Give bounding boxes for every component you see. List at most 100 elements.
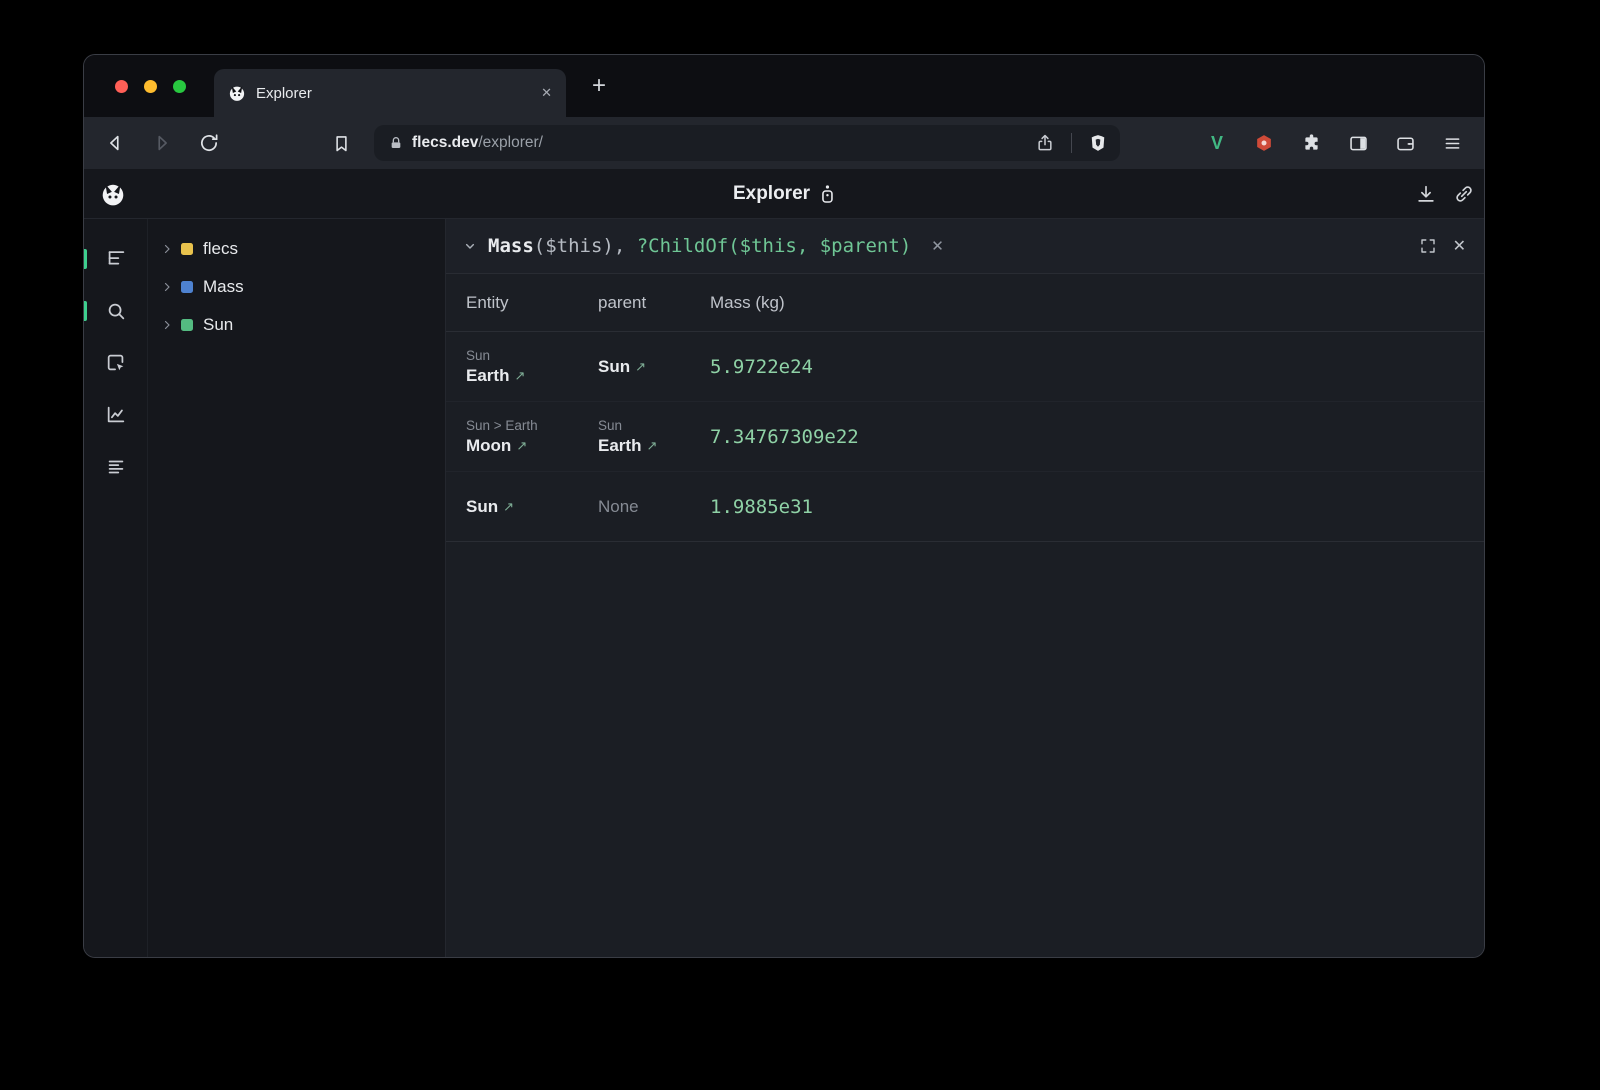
- entity-path: Sun > Earth: [466, 418, 598, 433]
- tree-item-label[interactable]: Sun: [203, 315, 233, 335]
- forward-button[interactable]: [150, 131, 174, 155]
- minimize-window-button[interactable]: [144, 80, 157, 93]
- browser-window: Explorer ✕ + flecs.dev/explorer/: [84, 55, 1484, 957]
- module-swatch: [181, 243, 193, 255]
- query-args: ($this),: [534, 235, 637, 257]
- query-optional-term: ?ChildOf($this, $parent): [637, 235, 912, 257]
- download-icon[interactable]: [1414, 182, 1438, 206]
- parent-link[interactable]: Earth: [598, 436, 641, 456]
- page-title-group: Explorer: [733, 183, 835, 205]
- parent-cell: Sun Earth ↗: [598, 418, 710, 456]
- navigation-bar: flecs.dev/explorer/ V: [84, 117, 1484, 169]
- vue-devtools-extension-icon[interactable]: V: [1205, 131, 1229, 155]
- main-content: flecs Mass Sun: [84, 219, 1484, 957]
- clear-query-icon[interactable]: ✕: [931, 237, 944, 255]
- entity-cell: Sun ↗: [466, 497, 598, 517]
- charts-panel-button[interactable]: [84, 397, 147, 433]
- tab-explorer[interactable]: Explorer ✕: [214, 69, 566, 117]
- url-text[interactable]: flecs.dev/explorer/: [412, 134, 1033, 152]
- bookmark-icon[interactable]: [329, 131, 353, 155]
- inspect-panel-button[interactable]: [84, 345, 147, 381]
- sidebar-toggle-icon[interactable]: [1346, 131, 1370, 155]
- query-component: Mass: [488, 235, 534, 257]
- external-link-icon[interactable]: ↗: [514, 368, 525, 384]
- external-link-icon[interactable]: ↗: [503, 499, 514, 515]
- remote-connection-icon: [820, 184, 835, 204]
- table-row[interactable]: Sun > Earth Moon ↗ Sun Earth ↗ 7.3476730…: [446, 402, 1484, 472]
- entity-cell: Sun Earth ↗: [466, 348, 598, 386]
- column-header-entity[interactable]: Entity: [466, 293, 598, 313]
- query-panel: Mass($this), ?ChildOf($this, $parent) ✕ …: [445, 219, 1484, 957]
- entity-tree-panel: flecs Mass Sun: [148, 219, 445, 957]
- close-panel-icon[interactable]: ✕: [1453, 236, 1466, 256]
- zoom-window-button[interactable]: [173, 80, 186, 93]
- brave-shield-icon[interactable]: [1086, 131, 1110, 155]
- hexagon-extension-icon[interactable]: [1252, 131, 1276, 155]
- table-header-row: Entity parent Mass (kg): [446, 274, 1484, 332]
- address-bar[interactable]: flecs.dev/explorer/: [374, 125, 1120, 161]
- external-link-icon[interactable]: ↗: [635, 359, 646, 375]
- share-link-icon[interactable]: [1452, 182, 1476, 206]
- flecs-favicon-icon: [228, 84, 246, 102]
- parent-cell: Sun ↗: [598, 357, 710, 377]
- address-bar-divider: [1071, 133, 1072, 153]
- tree-panel-button[interactable]: [84, 241, 147, 277]
- expand-chevron-icon[interactable]: [161, 319, 173, 331]
- tree-item-sun[interactable]: Sun: [148, 306, 445, 344]
- fullscreen-icon[interactable]: [1419, 237, 1437, 255]
- url-domain: flecs.dev: [412, 134, 478, 151]
- parent-cell: None: [598, 497, 710, 517]
- column-header-mass[interactable]: Mass (kg): [710, 293, 1484, 313]
- app-header: Explorer: [84, 169, 1484, 219]
- expand-chevron-icon[interactable]: [161, 243, 173, 255]
- query-expression[interactable]: Mass($this), ?ChildOf($this, $parent): [488, 235, 911, 257]
- new-tab-button[interactable]: +: [584, 71, 614, 101]
- extensions-group: V: [1205, 131, 1464, 155]
- share-icon[interactable]: [1033, 131, 1057, 155]
- tree-item-label[interactable]: flecs: [203, 239, 238, 259]
- query-bar: Mass($this), ?ChildOf($this, $parent) ✕ …: [446, 219, 1484, 274]
- tab-strip: Explorer ✕ +: [84, 55, 1484, 117]
- entity-cell: Sun > Earth Moon ↗: [466, 418, 598, 456]
- stats-panel-button[interactable]: [84, 449, 147, 485]
- component-swatch: [181, 281, 193, 293]
- lock-icon: [388, 135, 404, 151]
- wallet-icon[interactable]: [1393, 131, 1417, 155]
- entity-link[interactable]: Earth: [466, 366, 509, 386]
- mass-value: 7.34767309e22: [710, 426, 1484, 448]
- entity-path: Sun: [466, 348, 598, 363]
- expand-chevron-icon[interactable]: [161, 281, 173, 293]
- menu-icon[interactable]: [1440, 131, 1464, 155]
- close-window-button[interactable]: [115, 80, 128, 93]
- parent-link[interactable]: Sun: [598, 357, 630, 377]
- header-actions: [1414, 182, 1476, 206]
- entity-link[interactable]: Moon: [466, 436, 511, 456]
- parent-none-value: None: [598, 497, 639, 517]
- reload-button[interactable]: [197, 131, 221, 155]
- table-row[interactable]: Sun ↗ None 1.9885e31: [446, 472, 1484, 542]
- tab-title: Explorer: [256, 85, 531, 102]
- tree-item-label[interactable]: Mass: [203, 277, 244, 297]
- collapse-chevron-icon[interactable]: [462, 238, 478, 254]
- flecs-logo-icon[interactable]: [100, 181, 126, 207]
- window-controls: [84, 80, 186, 93]
- table-row[interactable]: Sun Earth ↗ Sun ↗ 5.9722e24: [446, 332, 1484, 402]
- entity-swatch: [181, 319, 193, 331]
- column-header-parent[interactable]: parent: [598, 293, 710, 313]
- page-title: Explorer: [733, 183, 810, 205]
- mass-value: 1.9885e31: [710, 496, 1484, 518]
- external-link-icon[interactable]: ↗: [516, 438, 527, 454]
- parent-path: Sun: [598, 418, 710, 433]
- extensions-puzzle-icon[interactable]: [1299, 131, 1323, 155]
- external-link-icon[interactable]: ↗: [646, 438, 657, 454]
- query-panel-actions: ✕: [1419, 236, 1466, 256]
- tree-item-flecs[interactable]: flecs: [148, 230, 445, 268]
- entity-link[interactable]: Sun: [466, 497, 498, 517]
- tree-item-mass[interactable]: Mass: [148, 268, 445, 306]
- tool-rail: [84, 219, 148, 957]
- url-path: /explorer/: [478, 134, 543, 151]
- back-button[interactable]: [103, 131, 127, 155]
- mass-value: 5.9722e24: [710, 356, 1484, 378]
- close-tab-icon[interactable]: ✕: [541, 85, 552, 101]
- query-panel-button[interactable]: [84, 293, 147, 329]
